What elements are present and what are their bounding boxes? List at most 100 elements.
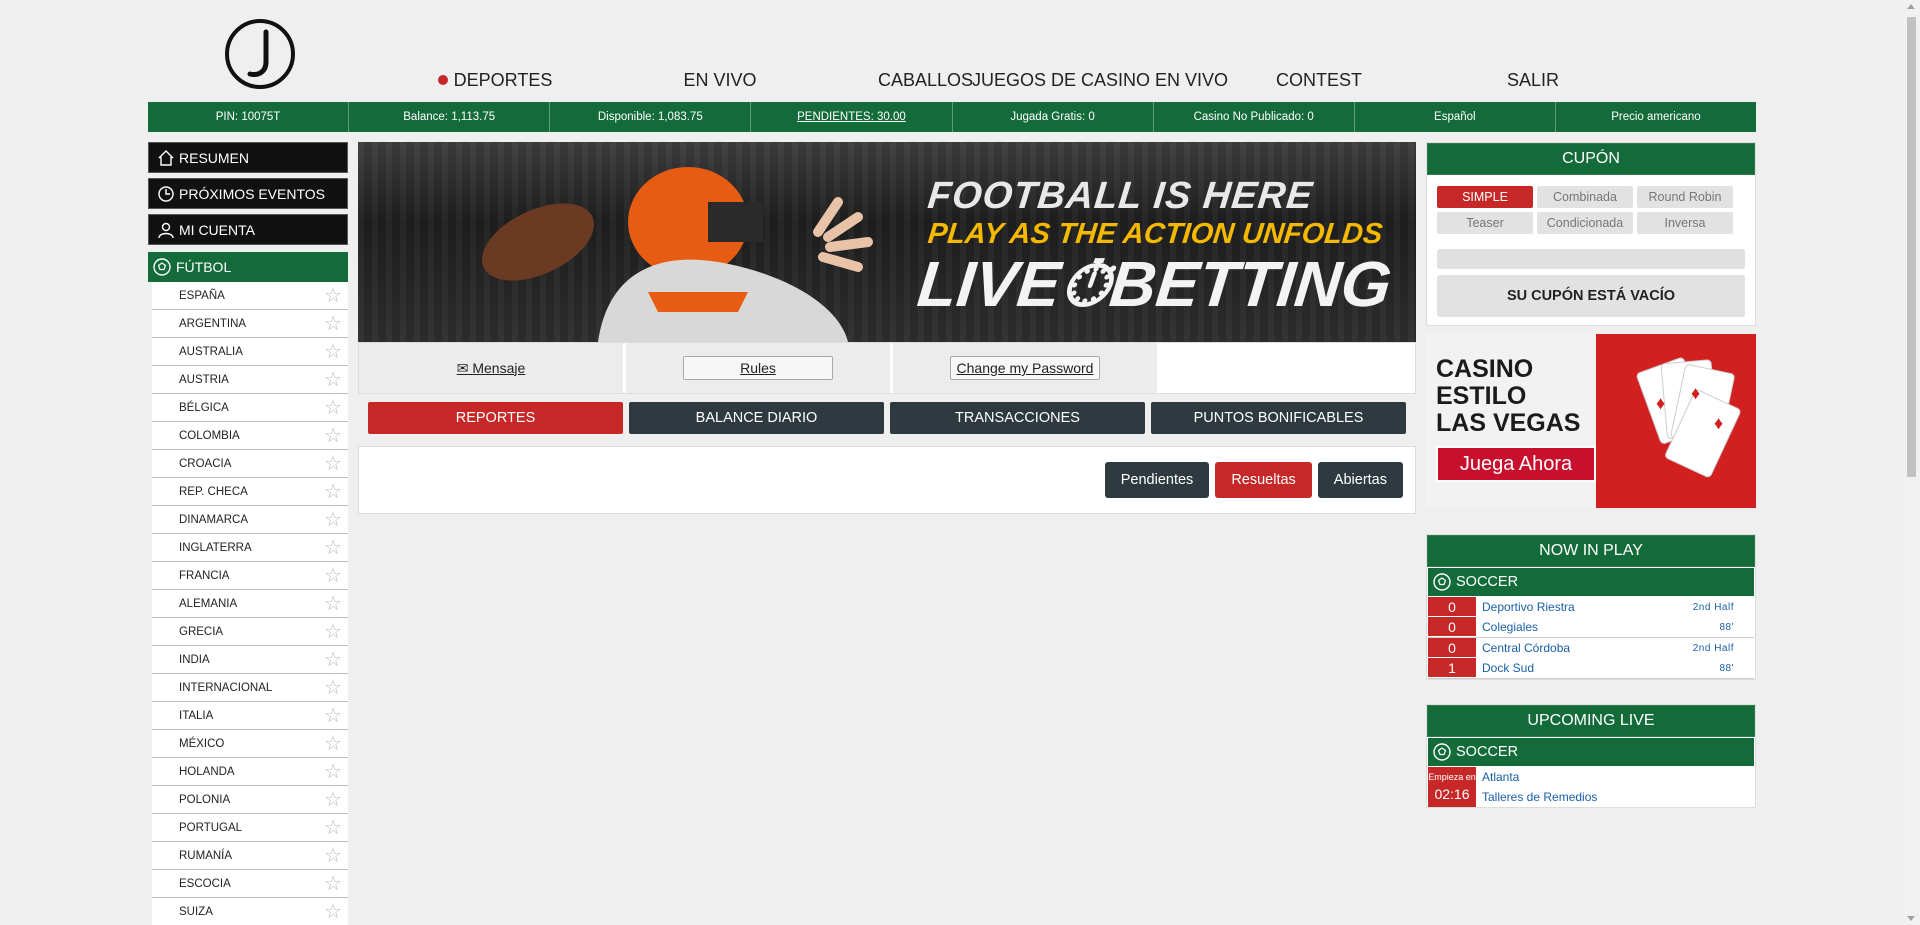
sidebar-league-item[interactable]: ITALIA ☆ [152, 702, 348, 730]
sidebar-league-item[interactable]: RUMANÍA ☆ [152, 842, 348, 870]
favorite-star-icon[interactable]: ☆ [324, 622, 342, 642]
favorite-star-icon[interactable]: ☆ [324, 650, 342, 670]
sidebar-league-item[interactable]: CROACIA ☆ [152, 450, 348, 478]
pendientes-link[interactable]: PENDIENTES: 30.00 [751, 102, 953, 132]
favorite-star-icon[interactable]: ☆ [324, 902, 342, 922]
sidebar-league-item[interactable]: INTERNACIONAL ☆ [152, 674, 348, 702]
favorite-star-icon[interactable]: ☆ [324, 342, 342, 362]
favorite-star-icon[interactable]: ☆ [324, 286, 342, 306]
sidebar-league-item[interactable]: DINAMARCA ☆ [152, 506, 348, 534]
sidebar-league-item[interactable]: ARGENTINA ☆ [152, 310, 348, 338]
away-team[interactable]: Talleres de Remedios [1482, 790, 1597, 804]
sidebar-league-item[interactable]: GRECIA ☆ [152, 618, 348, 646]
pendientes-button[interactable]: Pendientes [1104, 462, 1210, 498]
now-in-play-sport[interactable]: SOCCER [1428, 568, 1754, 596]
nav-en-vivo[interactable]: EN VIVO [562, 70, 878, 96]
coupon-option-combinada[interactable]: Combinada [1537, 186, 1633, 208]
odds-format-selector[interactable]: Precio americano [1556, 102, 1756, 132]
resueltas-button[interactable]: Resueltas [1215, 462, 1312, 498]
sidebar-league-item[interactable]: BÉLGICA ☆ [152, 394, 348, 422]
favorite-star-icon[interactable]: ☆ [324, 846, 342, 866]
home-team[interactable]: Atlanta [1482, 770, 1519, 784]
tab-puntos-bonificables[interactable]: PUNTOS BONIFICABLES [1151, 402, 1406, 434]
favorite-star-icon[interactable]: ☆ [324, 566, 342, 586]
sidebar-mi-cuenta[interactable]: MI CUENTA [148, 214, 348, 245]
sidebar-league-item[interactable]: PORTUGAL ☆ [152, 814, 348, 842]
sidebar-league-item[interactable]: MÉXICO ☆ [152, 730, 348, 758]
sidebar-proximos-eventos[interactable]: PRÓXIMOS EVENTOS [148, 178, 348, 209]
favorite-star-icon[interactable]: ☆ [324, 706, 342, 726]
site-logo-icon[interactable] [224, 18, 296, 90]
favorite-star-icon[interactable]: ☆ [324, 678, 342, 698]
sidebar-league-item[interactable]: POLONIA ☆ [152, 786, 348, 814]
scroll-down-icon[interactable] [1907, 916, 1915, 921]
favorite-star-icon[interactable]: ☆ [324, 426, 342, 446]
favorite-star-icon[interactable]: ☆ [324, 762, 342, 782]
scroll-up-icon[interactable] [1907, 4, 1915, 9]
sidebar-league-item[interactable]: FRANCIA ☆ [152, 562, 348, 590]
favorite-star-icon[interactable]: ☆ [324, 538, 342, 558]
upcoming-match[interactable]: Empieza en 02:16 Atlanta Talleres de Rem… [1428, 767, 1754, 807]
tab-balance-diario[interactable]: BALANCE DIARIO [629, 402, 884, 434]
sidebar-league-item[interactable]: INGLATERRA ☆ [152, 534, 348, 562]
sport-header-futbol[interactable]: FÚTBOL [148, 252, 348, 282]
favorite-star-icon[interactable]: ☆ [324, 818, 342, 838]
live-betting-banner[interactable]: FOOTBALL IS HERE PLAY AS THE ACTION UNFO… [358, 142, 1416, 342]
live-match[interactable]: 0 0 Deportivo Riestra 2nd Half Colegiales… [1428, 597, 1754, 638]
nav-caballos[interactable]: CABALLOS [878, 70, 973, 96]
scrollbar-thumb[interactable] [1907, 17, 1916, 477]
favorite-star-icon[interactable]: ☆ [324, 874, 342, 894]
favorite-star-icon[interactable]: ☆ [324, 314, 342, 334]
coupon-option-inversa[interactable]: Inversa [1637, 212, 1733, 234]
nav-salir[interactable]: SALIR [1372, 70, 1694, 96]
sidebar-league-item[interactable]: REP. CHECA ☆ [152, 478, 348, 506]
home-team[interactable]: Deportivo Riestra [1482, 600, 1575, 614]
favorite-star-icon[interactable]: ☆ [324, 510, 342, 530]
sidebar-league-item[interactable]: HOLANDA ☆ [152, 758, 348, 786]
nav-contest[interactable]: CONTEST [1266, 70, 1372, 96]
live-match[interactable]: 0 1 Central Córdoba 2nd Half Dock Sud 88' [1428, 638, 1754, 679]
coupon-option-round-robin[interactable]: Round Robin [1637, 186, 1733, 208]
favorite-star-icon[interactable]: ☆ [324, 482, 342, 502]
tab-transacciones[interactable]: TRANSACCIONES [890, 402, 1145, 434]
favorite-star-icon[interactable]: ☆ [324, 734, 342, 754]
language-selector[interactable]: Español [1355, 102, 1556, 132]
rules-button[interactable]: Rules [683, 356, 833, 380]
match-teams: Atlanta Talleres de Remedios [1476, 767, 1754, 807]
favorite-star-icon[interactable]: ☆ [324, 454, 342, 474]
favorite-star-icon[interactable]: ☆ [324, 370, 342, 390]
coupon-card: CUPÓN SIMPLE Combinada Round Robin Tease… [1426, 142, 1756, 326]
sidebar-league-item[interactable]: AUSTRIA ☆ [152, 366, 348, 394]
coupon-option-condicionada[interactable]: Condicionada [1537, 212, 1633, 234]
league-label: FRANCIA [179, 569, 230, 582]
away-team[interactable]: Colegiales [1482, 620, 1538, 634]
casino-promo-banner[interactable]: ♦ ♦ ♦ CASINO ESTILO LAS VEGAS Juega Ahor… [1426, 334, 1756, 508]
sidebar-league-item[interactable]: INDIA ☆ [152, 646, 348, 674]
sidebar-league-item[interactable]: ALEMANIA ☆ [152, 590, 348, 618]
home-team[interactable]: Central Córdoba [1482, 641, 1570, 655]
vertical-scrollbar[interactable] [1903, 0, 1920, 925]
away-team[interactable]: Dock Sud [1482, 661, 1534, 675]
league-label: BÉLGICA [179, 401, 229, 414]
change-password-button[interactable]: Change my Password [950, 356, 1100, 380]
sidebar-resumen[interactable]: RESUMEN [148, 142, 348, 173]
nav-casino-en-vivo[interactable]: JUEGOS DE CASINO EN VIVO [934, 70, 1266, 96]
sidebar-league-item[interactable]: AUSTRALIA ☆ [152, 338, 348, 366]
favorite-star-icon[interactable]: ☆ [324, 594, 342, 614]
league-label: GRECIA [179, 625, 224, 638]
nav-deportes[interactable]: DEPORTES [428, 70, 562, 96]
abiertas-button[interactable]: Abiertas [1317, 462, 1403, 498]
sidebar-league-item[interactable]: ESCOCIA ☆ [152, 870, 348, 898]
sidebar-league-item[interactable]: SUIZA ☆ [152, 898, 348, 925]
sidebar-league-item[interactable]: COLOMBIA ☆ [152, 422, 348, 450]
coupon-option-teaser[interactable]: Teaser [1437, 212, 1533, 234]
sidebar-league-item[interactable]: ESPAÑA ☆ [152, 282, 348, 310]
favorite-star-icon[interactable]: ☆ [324, 790, 342, 810]
main-nav: DEPORTES EN VIVO CABALLOS JUEGOS DE CASI… [428, 70, 1756, 96]
juega-ahora-button[interactable]: Juega Ahora [1436, 446, 1596, 482]
mensaje-link[interactable]: ✉ Mensaje [457, 360, 526, 377]
tab-reportes[interactable]: REPORTES [368, 402, 623, 434]
upcoming-live-sport[interactable]: SOCCER [1428, 738, 1754, 766]
coupon-option-simple[interactable]: SIMPLE [1437, 186, 1533, 208]
favorite-star-icon[interactable]: ☆ [324, 398, 342, 418]
